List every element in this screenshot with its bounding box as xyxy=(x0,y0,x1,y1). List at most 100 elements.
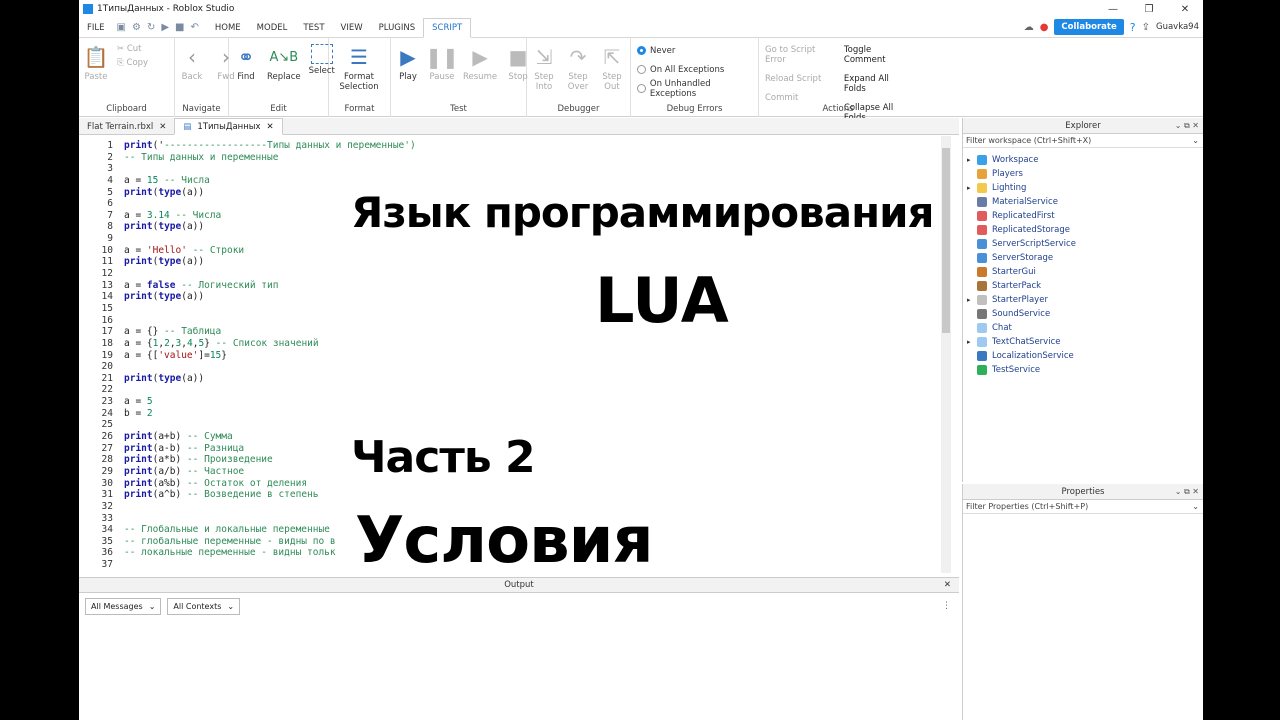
code-line[interactable] xyxy=(124,303,944,315)
panel-controls[interactable]: ⌄ ⧉ ✕ xyxy=(1175,118,1199,134)
close-icon[interactable]: ✕ xyxy=(944,578,951,593)
line-number: 13 xyxy=(101,279,113,291)
code-line[interactable]: a = {} -- Таблица xyxy=(124,326,944,338)
line-number: 22 xyxy=(101,384,113,396)
code-line[interactable]: a = false -- Логический тип xyxy=(124,280,944,292)
menu-view[interactable]: VIEW xyxy=(333,18,371,38)
explorer-item[interactable]: ▸ Lighting xyxy=(963,181,1203,195)
explorer-item[interactable]: ServerStorage xyxy=(963,251,1203,265)
explorer-filter-input[interactable]: Filter workspace (Ctrl+Shift+X) ⌄ xyxy=(963,134,1203,148)
explorer-item[interactable]: ▸ Workspace xyxy=(963,153,1203,167)
notification-icon[interactable]: ● xyxy=(1040,22,1049,33)
line-number: 24 xyxy=(101,407,113,419)
explorer-item[interactable]: MaterialService xyxy=(963,195,1203,209)
explorer-item[interactable]: ReplicatedStorage xyxy=(963,223,1203,237)
menu-plugins[interactable]: PLUGINS xyxy=(371,18,424,38)
commit-button[interactable]: Commit xyxy=(765,93,832,103)
copy-button[interactable]: ⎘ Copy xyxy=(117,58,148,68)
code-line[interactable]: -- Типы данных и переменные xyxy=(124,152,944,164)
radio-unhandled-exceptions[interactable]: On Unhandled Exceptions xyxy=(637,79,758,99)
expand-arrow-icon[interactable]: ▸ xyxy=(967,156,977,164)
expand-arrow-icon[interactable]: ▸ xyxy=(967,296,977,304)
publish-icon[interactable]: ⚙ xyxy=(132,22,141,33)
tab-flat-terrain[interactable]: Flat Terrain.rbxl ✕ xyxy=(79,118,174,135)
line-number: 19 xyxy=(101,349,113,361)
tab-script[interactable]: ▤ 1ТипыДанных ✕ xyxy=(174,118,283,135)
play-icon[interactable]: ▶ xyxy=(161,22,169,33)
explorer-item[interactable]: StarterGui xyxy=(963,265,1203,279)
script-editor[interactable]: 1 2 3 4 5 6 7 8 9 10 11 12 13 14 15 16 17 18 19 20 21 22 23 24 2… xyxy=(79,136,959,573)
line-number: 23 xyxy=(101,396,113,408)
code-line[interactable]: print(type(a)) xyxy=(124,256,944,268)
explorer-item[interactable]: TestService xyxy=(963,363,1203,377)
service-icon xyxy=(977,337,987,347)
code-line[interactable]: print('------------------Типы данных и п… xyxy=(124,140,944,152)
explorer-item[interactable]: ▸ StarterPlayer xyxy=(963,293,1203,307)
reload-script-button[interactable]: Reload Script xyxy=(765,74,832,84)
menu-model[interactable]: MODEL xyxy=(249,18,296,38)
explorer-item[interactable]: ReplicatedFirst xyxy=(963,209,1203,223)
close-button[interactable]: ✕ xyxy=(1167,0,1203,18)
code-line[interactable] xyxy=(124,361,944,373)
properties-filter-input[interactable]: Filter Properties (Ctrl+Shift+P) ⌄ xyxy=(963,500,1203,514)
code-line[interactable]: a = {['value']=15} xyxy=(124,350,944,362)
radio-never[interactable]: Never xyxy=(637,41,758,60)
stop-icon[interactable]: ■ xyxy=(175,22,184,33)
code-line[interactable] xyxy=(124,419,944,431)
menu-script[interactable]: SCRIPT xyxy=(423,17,472,38)
redo-icon[interactable]: ↻ xyxy=(147,22,155,33)
menu-home[interactable]: HOME xyxy=(207,18,249,38)
expand-arrow-icon[interactable]: ▸ xyxy=(967,338,977,346)
line-number: 18 xyxy=(101,337,113,349)
undo-icon[interactable]: ↶ xyxy=(190,22,198,33)
explorer-item-label: Workspace xyxy=(992,155,1039,165)
code-line[interactable] xyxy=(124,315,944,327)
help-icon[interactable]: ? xyxy=(1130,21,1136,34)
script-icon: ▤ xyxy=(183,121,192,132)
code-line[interactable] xyxy=(124,268,944,280)
toggle-comment-button[interactable]: Toggle Comment xyxy=(844,45,911,65)
explorer-item[interactable]: Players xyxy=(963,167,1203,181)
collaborate-button[interactable]: Collaborate xyxy=(1054,19,1124,35)
share-icon[interactable]: ⇪ xyxy=(1142,22,1150,33)
expand-folds-button[interactable]: Expand All Folds xyxy=(844,74,911,94)
explorer-item-label: Lighting xyxy=(992,183,1027,193)
code-line[interactable]: print(type(a)) xyxy=(124,373,944,385)
save-icon[interactable]: ▣ xyxy=(117,22,126,33)
code-line[interactable]: a = 15 -- Числа xyxy=(124,175,944,187)
code-line[interactable]: b = 2 xyxy=(124,408,944,420)
goto-script-error-button[interactable]: Go to Script Error xyxy=(765,45,832,65)
chevron-down-icon: ⌄ xyxy=(148,602,156,611)
panel-controls[interactable]: ⌄ ⧉ ✕ xyxy=(1175,484,1199,500)
code-line[interactable] xyxy=(124,163,944,175)
code-line[interactable]: a = {1,2,3,4,5} -- Список значений xyxy=(124,338,944,350)
expand-arrow-icon[interactable]: ▸ xyxy=(967,184,977,192)
editor-scrollbar[interactable] xyxy=(941,136,951,573)
user-name[interactable]: Guavka94 xyxy=(1156,22,1199,32)
messages-filter-dropdown[interactable]: All Messages ⌄ xyxy=(85,598,162,615)
code-line[interactable]: a = 'Hello' -- Строки xyxy=(124,245,944,257)
explorer-item[interactable]: StarterPack xyxy=(963,279,1203,293)
maximize-button[interactable]: ❐ xyxy=(1131,0,1167,18)
line-number: 16 xyxy=(101,314,113,326)
code-line[interactable]: print(type(a)) xyxy=(124,291,944,303)
contexts-filter-dropdown[interactable]: All Contexts ⌄ xyxy=(167,598,241,615)
explorer-item-label: StarterPlayer xyxy=(992,295,1048,305)
code-line[interactable]: print(a^b) -- Возведение в степень xyxy=(124,489,944,501)
explorer-item[interactable]: SoundService xyxy=(963,307,1203,321)
minimize-button[interactable]: — xyxy=(1095,0,1131,18)
code-line[interactable]: a = 5 xyxy=(124,396,944,408)
explorer-item[interactable]: Chat xyxy=(963,321,1203,335)
explorer-item[interactable]: ServerScriptService xyxy=(963,237,1203,251)
cut-button[interactable]: ✂ Cut xyxy=(117,44,148,54)
more-options-icon[interactable]: ⋮ xyxy=(942,601,951,611)
radio-all-exceptions[interactable]: On All Exceptions xyxy=(637,60,758,79)
explorer-item[interactable]: ▸ TextChatService xyxy=(963,335,1203,349)
menu-file[interactable]: FILE xyxy=(79,18,113,38)
code-line[interactable] xyxy=(124,384,944,396)
close-icon[interactable]: ✕ xyxy=(267,122,274,132)
cloud-icon[interactable]: ☁ xyxy=(1024,22,1034,33)
close-icon[interactable]: ✕ xyxy=(159,122,166,132)
explorer-item[interactable]: LocalizationService xyxy=(963,349,1203,363)
menu-test[interactable]: TEST xyxy=(295,18,332,38)
